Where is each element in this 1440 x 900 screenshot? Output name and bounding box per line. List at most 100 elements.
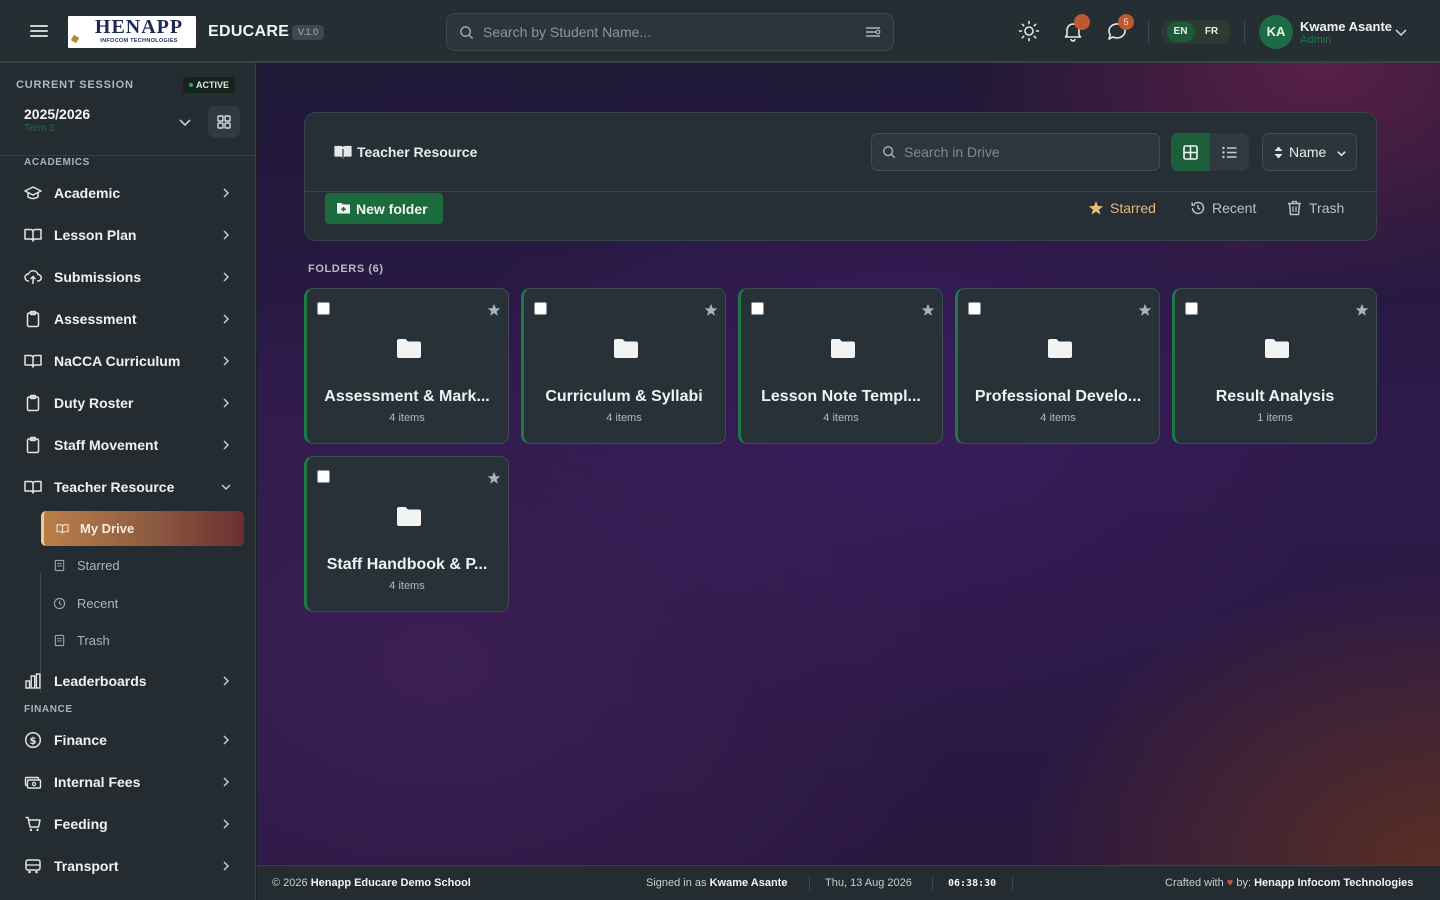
- theme-toggle-sun-icon[interactable]: [1018, 20, 1040, 42]
- language-fr[interactable]: FR: [1198, 22, 1226, 42]
- list-view-icon: [1222, 146, 1237, 158]
- sidebar-item-submissions[interactable]: Submissions: [22, 260, 240, 294]
- folders-section-label: FOLDERS (6): [308, 263, 384, 275]
- star-icon[interactable]: [921, 303, 935, 317]
- sidebar-item-label: Assessment: [54, 311, 137, 327]
- session-grid-button[interactable]: [208, 106, 240, 138]
- sidebar-item-nacca-curriculum[interactable]: NaCCA Curriculum: [22, 344, 240, 378]
- chevron-right-icon: [223, 356, 230, 366]
- filter-starred[interactable]: Starred: [1088, 199, 1168, 219]
- sidebar-subitem-my-drive[interactable]: My Drive: [41, 511, 244, 546]
- header-divider: [1148, 20, 1149, 44]
- folder-checkbox[interactable]: [534, 302, 547, 315]
- avatar[interactable]: KA: [1259, 15, 1293, 49]
- sidebar-item-teacher-resource[interactable]: Teacher Resource: [22, 470, 240, 504]
- footer-clock: 06:38:30: [948, 878, 997, 889]
- clipboard-icon: [26, 436, 40, 454]
- svg-text:$: $: [30, 736, 37, 747]
- session-chevron-down-icon[interactable]: [178, 115, 192, 129]
- search-filter-icon[interactable]: [865, 25, 881, 39]
- language-en[interactable]: EN: [1166, 22, 1195, 42]
- user-role: Admin: [1300, 34, 1332, 46]
- folder-card[interactable]: Assessment & Mark... 4 items: [304, 288, 509, 444]
- folder-item-count: 4 items: [1040, 412, 1076, 424]
- chevron-down-icon: [221, 484, 231, 491]
- sidebar: CURRENT SESSION ACTIVE 2025/2026 Term 3 …: [0, 63, 256, 900]
- sidebar-item-finance[interactable]: $ Finance: [22, 723, 240, 757]
- footer-divider: [1012, 876, 1013, 890]
- folder-checkbox[interactable]: [751, 302, 764, 315]
- star-icon[interactable]: [1355, 303, 1369, 317]
- folder-name: Assessment & Mark...: [324, 388, 490, 405]
- drive-search[interactable]: [871, 133, 1160, 171]
- footer-date: Thu, 13 Aug 2026: [825, 877, 912, 889]
- filter-recent-label: Recent: [1212, 200, 1257, 216]
- sidebar-item-internal-fees[interactable]: Internal Fees: [22, 765, 240, 799]
- dollar-circle-icon: $: [24, 731, 42, 749]
- folder-checkbox[interactable]: [317, 470, 330, 483]
- sidebar-item-academic[interactable]: Academic: [22, 176, 240, 210]
- star-icon[interactable]: [1138, 303, 1152, 317]
- folder-checkbox[interactable]: [317, 302, 330, 315]
- footer-signed-in: Signed in as Kwame Asante: [646, 877, 787, 889]
- crafted-by-label: by:: [1236, 877, 1252, 889]
- sidebar-item-label: Finance: [54, 732, 107, 748]
- folder-card[interactable]: Curriculum & Syllabi 4 items: [521, 288, 726, 444]
- student-search-input[interactable]: [483, 14, 863, 50]
- language-switch: EN FR: [1161, 20, 1231, 44]
- sort-icon: [1274, 146, 1283, 159]
- folder-card[interactable]: Result Analysis 1 items: [1172, 288, 1377, 444]
- sidebar-item-leaderboards[interactable]: Leaderboards: [22, 664, 240, 698]
- sidebar-item-duty-roster[interactable]: Duty Roster: [22, 386, 240, 420]
- folder-checkbox[interactable]: [968, 302, 981, 315]
- sidebar-subitem-recent[interactable]: Recent: [41, 586, 244, 621]
- sidebar-item-assessment[interactable]: Assessment: [22, 302, 240, 336]
- new-folder-button[interactable]: New folder: [325, 193, 443, 224]
- session-year[interactable]: 2025/2026: [24, 106, 90, 122]
- user-name[interactable]: Kwame Asante: [1300, 19, 1392, 34]
- sidebar-subitem-trash[interactable]: Trash: [41, 623, 244, 658]
- sidebar-item-staff-movement[interactable]: Staff Movement: [22, 428, 240, 462]
- star-icon[interactable]: [487, 471, 501, 485]
- session-term: Term 3: [24, 123, 55, 134]
- star-icon[interactable]: [487, 303, 501, 317]
- top-bar: HENAPP INFOCOM TECHNOLOGIES EDUCARE V.1.…: [0, 0, 1440, 63]
- copyright-year: © 2026: [272, 877, 308, 889]
- folder-icon: [1048, 339, 1072, 358]
- notifications-bell-icon[interactable]: [1062, 14, 1090, 42]
- search-icon: [883, 146, 896, 159]
- grid-view-button[interactable]: [1171, 133, 1210, 171]
- folder-item-count: 4 items: [389, 412, 425, 424]
- graduation-cap-icon: [24, 186, 42, 200]
- book-open-icon: [334, 145, 352, 159]
- sidebar-item-label: Feeding: [54, 816, 108, 832]
- chevron-right-icon: [223, 861, 230, 871]
- folder-card[interactable]: Lesson Note Templ... 4 items: [738, 288, 943, 444]
- drive-search-input[interactable]: [904, 134, 1144, 170]
- company-link[interactable]: Henapp Infocom Technologies: [1254, 877, 1413, 889]
- money-icon: [24, 776, 42, 789]
- sort-dropdown[interactable]: Name: [1262, 133, 1357, 171]
- folder-checkbox[interactable]: [1185, 302, 1198, 315]
- sidebar-item-feeding[interactable]: Feeding: [22, 807, 240, 841]
- list-view-button[interactable]: [1210, 133, 1249, 171]
- chevron-right-icon: [223, 777, 230, 787]
- folder-card[interactable]: Professional Develo... 4 items: [955, 288, 1160, 444]
- sidebar-subitem-label: Recent: [77, 596, 119, 611]
- sidebar-item-transport[interactable]: Transport: [22, 849, 240, 883]
- book-open-icon: [24, 480, 42, 494]
- sidebar-item-label: Lesson Plan: [54, 227, 137, 243]
- star-icon[interactable]: [704, 303, 718, 317]
- menu-icon[interactable]: [30, 22, 48, 40]
- sidebar-subitem-starred[interactable]: Starred: [41, 548, 244, 583]
- chevron-down-icon[interactable]: [1394, 25, 1408, 39]
- sidebar-item-lesson-plan[interactable]: Lesson Plan: [22, 218, 240, 252]
- student-search[interactable]: [446, 13, 894, 51]
- signed-in-label: Signed in as: [646, 877, 707, 889]
- folder-card[interactable]: Staff Handbook & P... 4 items: [304, 456, 509, 612]
- chevron-right-icon: [223, 398, 230, 408]
- filter-recent[interactable]: Recent: [1190, 199, 1265, 219]
- messages-icon[interactable]: 5: [1106, 14, 1134, 42]
- folder-icon: [614, 339, 638, 358]
- filter-trash[interactable]: Trash: [1287, 199, 1357, 219]
